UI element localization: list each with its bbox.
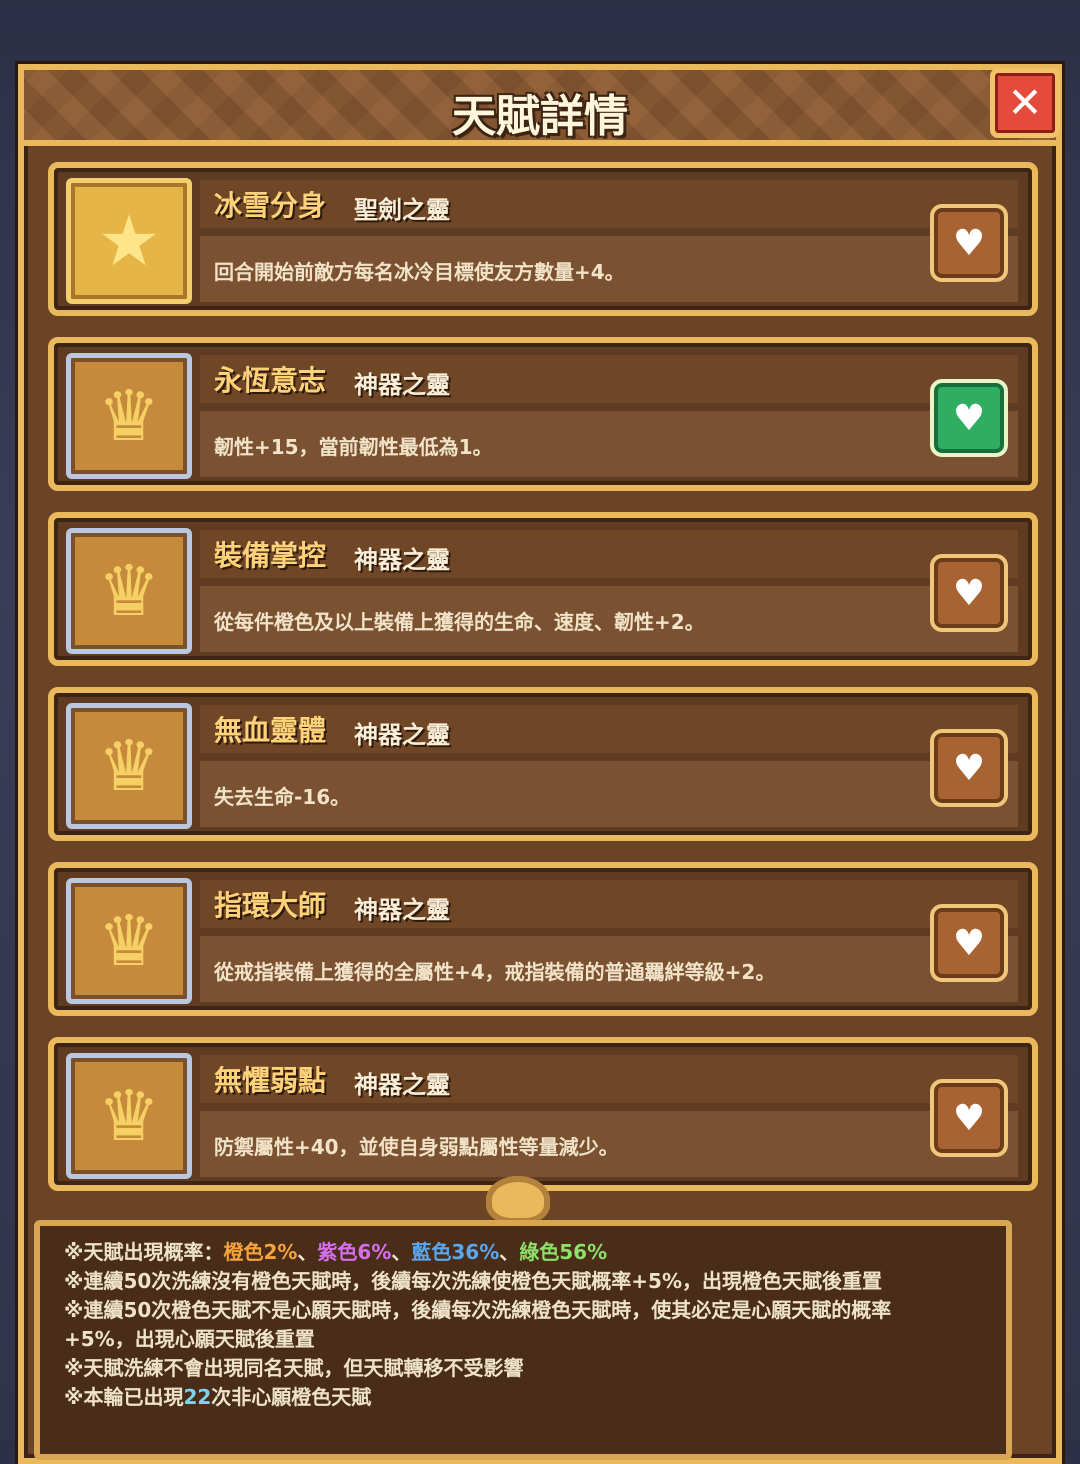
talent-name: 無懼弱點: [214, 1064, 327, 1097]
heart-icon: ♥: [952, 1097, 986, 1139]
talent-description: 防禦屬性+40，並使自身弱點屬性等量減少。: [214, 1135, 619, 1159]
talent-type: 神器之靈: [354, 1071, 450, 1099]
rule-line: +5%，出現心願天賦後重置: [64, 1327, 315, 1351]
talent-type: 神器之靈: [354, 896, 450, 924]
gem-divider-ornament: [486, 1176, 550, 1224]
heart-icon: ♥: [952, 222, 986, 264]
artifact-spirit-icon: ♛: [66, 878, 192, 1004]
talent-card[interactable]: ♛ 裝備掌控 神器之靈 從每件橙色及以上裝備上獲得的生命、速度、韌性+2。 ♥: [48, 512, 1038, 666]
rule-line: ※天賦洗練不會出現同名天賦，但天賦轉移不受影響: [64, 1356, 524, 1380]
wish-heart-button[interactable]: ♥: [930, 554, 1008, 632]
heart-icon: ♥: [952, 397, 986, 439]
heart-icon: ♥: [952, 922, 986, 964]
page-title: 天賦詳情: [452, 91, 628, 142]
artifact-spirit-icon: ♛: [66, 353, 192, 479]
talent-description: 韌性+15，當前韌性最低為1。: [214, 435, 493, 459]
artifact-spirit-icon: ♛: [66, 703, 192, 829]
purple-rate: 紫色6%: [317, 1240, 392, 1264]
talent-name: 永恆意志: [214, 364, 327, 397]
talent-name: 無血靈體: [214, 714, 327, 747]
blue-rate: 藍色36%: [411, 1240, 500, 1264]
wish-heart-button[interactable]: ♥: [930, 204, 1008, 282]
talent-type: 神器之靈: [354, 721, 450, 749]
heart-icon: ♥: [952, 747, 986, 789]
talent-card[interactable]: ♛ 無血靈體 神器之靈 失去生命-16。 ♥: [48, 687, 1038, 841]
close-icon: ✕: [1007, 78, 1043, 127]
count-line: ※本輪已出現22次非心願橙色天賦: [64, 1385, 372, 1409]
panel-header: 天賦詳情 ✕: [24, 68, 1060, 146]
wish-heart-button[interactable]: ♥: [930, 729, 1008, 807]
talent-description: 從每件橙色及以上裝備上獲得的生命、速度、韌性+2。: [214, 610, 705, 634]
wish-heart-button[interactable]: ♥: [930, 1079, 1008, 1157]
talent-list: ★ 冰雪分身 聖劍之靈 回合開始前敵方每名冰冷目標使友方數量+4。 ♥ ♛ 永恆…: [48, 162, 1038, 1212]
talent-name: 裝備掌控: [214, 539, 327, 572]
talent-description: 從戒指裝備上獲得的全屬性+4，戒指裝備的普通羈絆等級+2。: [214, 960, 776, 984]
artifact-spirit-icon: ♛: [66, 1053, 192, 1179]
heart-icon: ♥: [952, 572, 986, 614]
talent-type: 聖劍之靈: [354, 196, 450, 224]
close-button[interactable]: ✕: [990, 68, 1060, 138]
rate-line: ※天賦出現概率：橙色2%、紫色6%、藍色36%、綠色56%: [64, 1240, 608, 1264]
talent-name: 指環大師: [214, 889, 327, 922]
star-spirit-icon: ★: [66, 178, 192, 304]
rule-line: ※連續50次橙色天賦不是心願天賦時，後續每次洗練橙色天賦時，使其必定是心願天賦的…: [64, 1298, 892, 1322]
talent-type: 神器之靈: [354, 371, 450, 399]
artifact-spirit-icon: ♛: [66, 528, 192, 654]
talent-rules-notes: ※天賦出現概率：橙色2%、紫色6%、藍色36%、綠色56% ※連續50次洗練沒有…: [34, 1220, 1012, 1460]
talent-name: 冰雪分身: [214, 189, 327, 222]
rule-line: ※連續50次洗練沒有橙色天賦時，後續每次洗練使橙色天賦概率+5%，出現橙色天賦後…: [64, 1269, 882, 1293]
orange-rate: 橙色2%: [223, 1240, 298, 1264]
talent-description: 回合開始前敵方每名冰冷目標使友方數量+4。: [214, 260, 625, 284]
talent-card[interactable]: ★ 冰雪分身 聖劍之靈 回合開始前敵方每名冰冷目標使友方數量+4。 ♥: [48, 162, 1038, 316]
talent-card[interactable]: ♛ 無懼弱點 神器之靈 防禦屬性+40，並使自身弱點屬性等量減少。 ♥: [48, 1037, 1038, 1191]
non-wish-orange-count: 22: [183, 1385, 212, 1409]
talent-description: 失去生命-16。: [214, 785, 351, 809]
talent-type: 神器之靈: [354, 546, 450, 574]
wish-heart-button-active[interactable]: ♥: [930, 379, 1008, 457]
green-rate: 綠色56%: [519, 1240, 608, 1264]
talent-card[interactable]: ♛ 永恆意志 神器之靈 韌性+15，當前韌性最低為1。 ♥: [48, 337, 1038, 491]
talent-card[interactable]: ♛ 指環大師 神器之靈 從戒指裝備上獲得的全屬性+4，戒指裝備的普通羈絆等級+2…: [48, 862, 1038, 1016]
wish-heart-button[interactable]: ♥: [930, 904, 1008, 982]
